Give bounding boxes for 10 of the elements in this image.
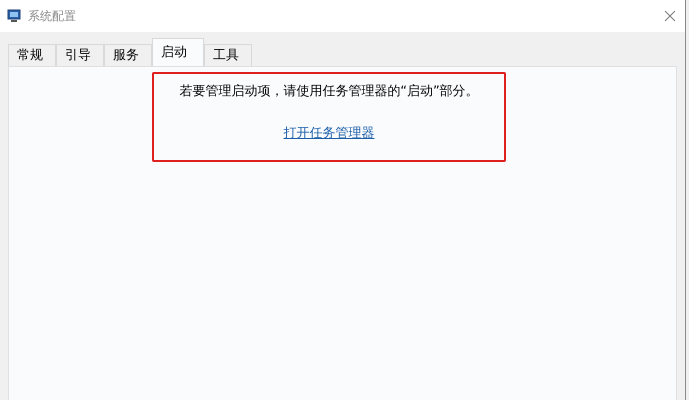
startup-message: 若要管理启动项，请使用任务管理器的“启动”部分。 (179, 83, 479, 101)
tab[interactable]: 常规 (8, 44, 56, 66)
monitor-icon (6, 8, 22, 24)
tab[interactable]: 启动 (152, 38, 204, 66)
task-manager-link[interactable]: 打开任务管理器 (284, 124, 374, 143)
tab[interactable]: 工具 (204, 44, 252, 66)
tab[interactable]: 引导 (56, 44, 104, 66)
close-icon[interactable] (664, 10, 676, 22)
tab[interactable]: 服务 (104, 44, 152, 66)
window-title: 系统配置 (28, 8, 76, 25)
